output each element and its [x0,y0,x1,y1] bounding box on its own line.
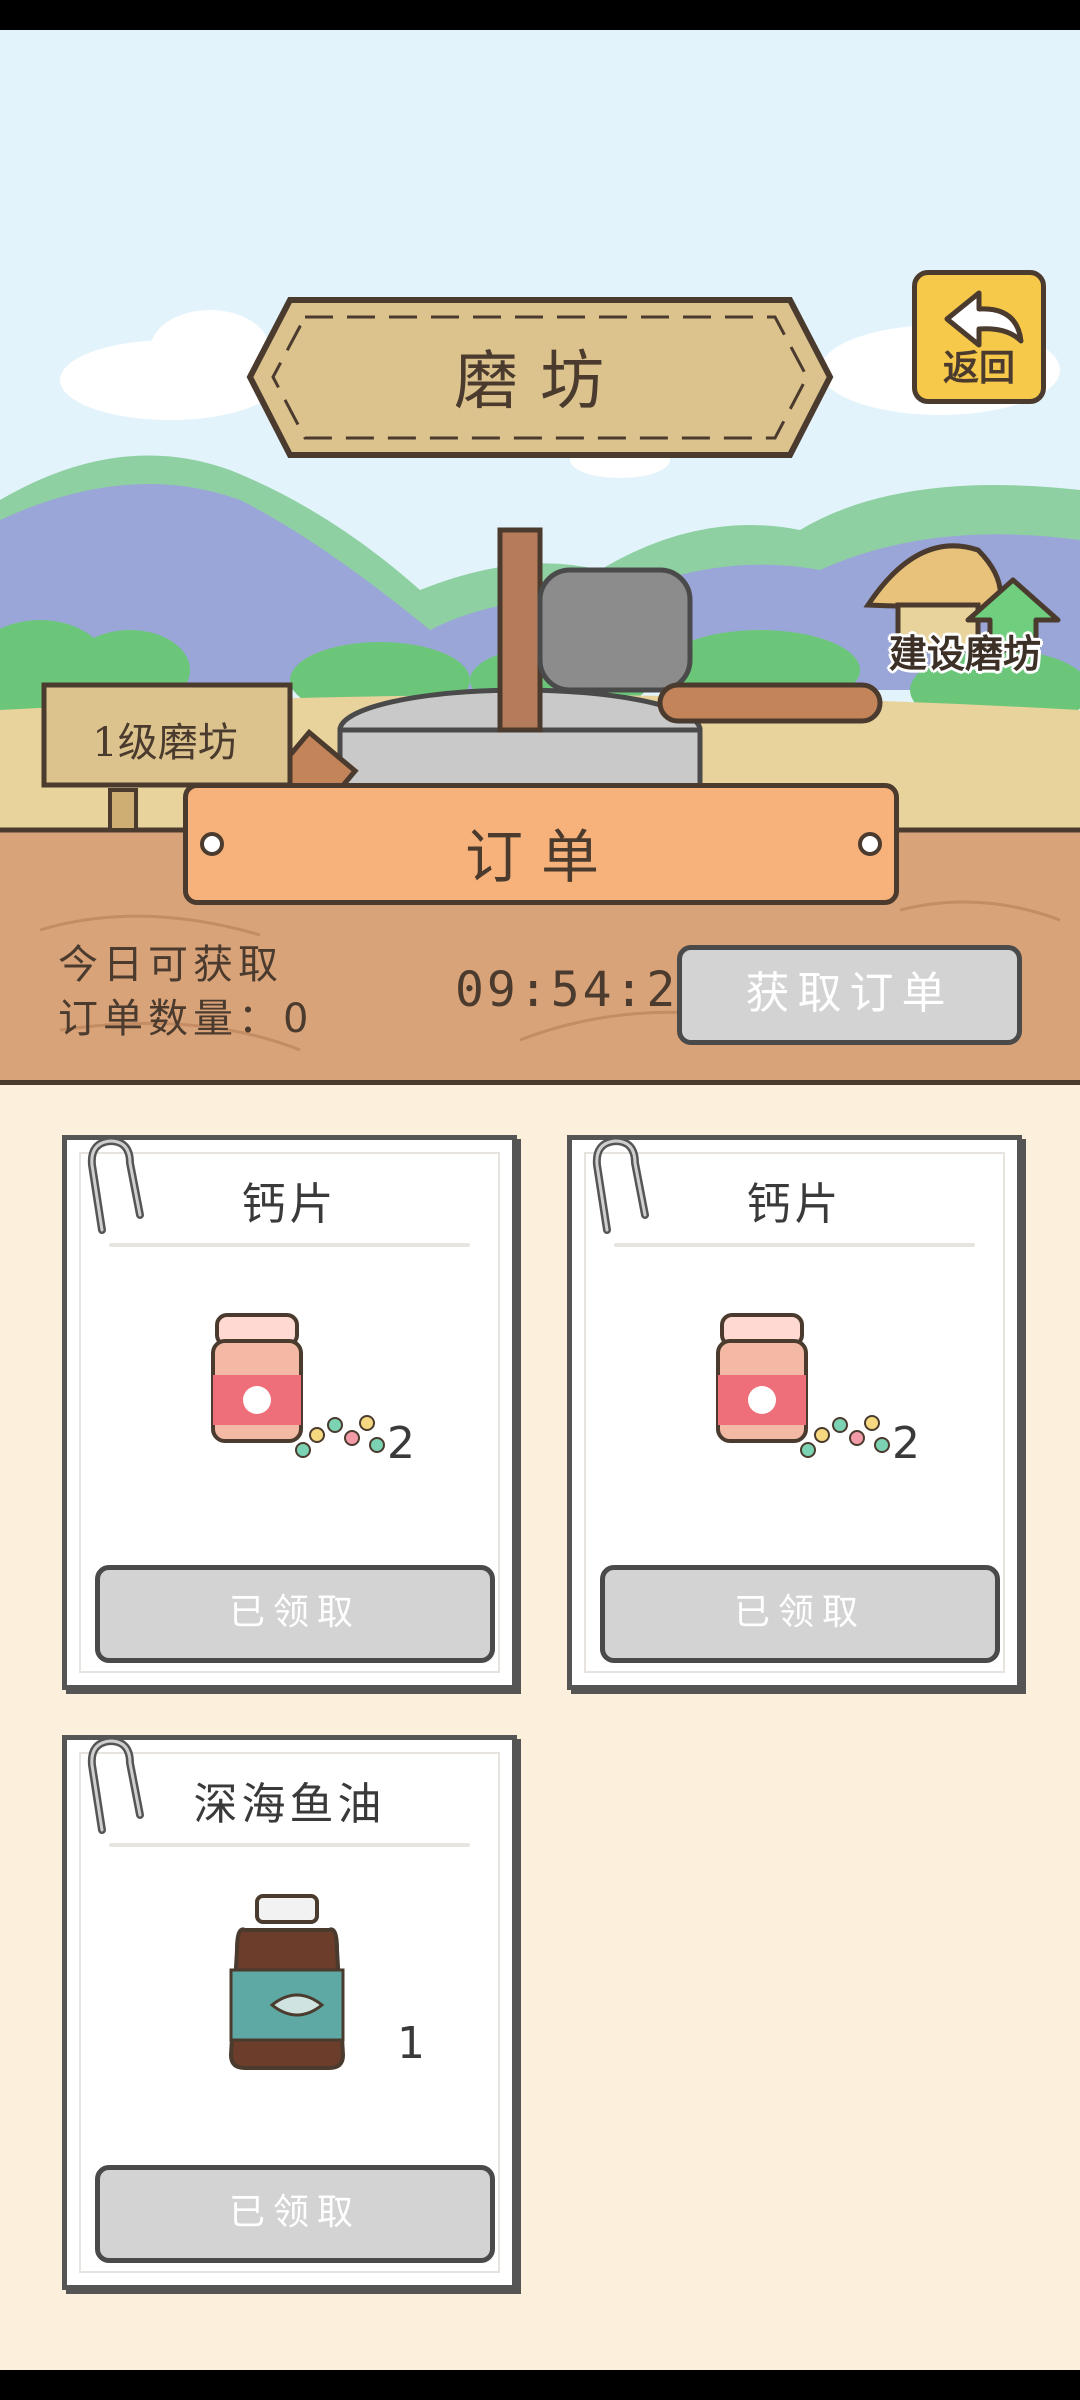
claimed-button[interactable]: 已领取 [600,1565,1000,1663]
build-mill-button[interactable] [858,510,1068,730]
orders-banner: 订单 [183,783,899,905]
order-timer: 09:54:22 [455,962,711,1018]
paperclip-icon [87,1736,144,1834]
claimed-button[interactable]: 已领取 [95,2165,495,2263]
claimed-button[interactable]: 已领取 [95,1565,495,1663]
page-title: 磨坊 [454,345,626,419]
daily-orders-line1: 今日可获取 [58,942,283,988]
calcium-tablets-icon [211,1313,385,1458]
build-mill-label[interactable]: 建设磨坊 [860,623,1070,678]
mill-level-label: 1级磨坊 [92,720,238,766]
orders-title: 订单 [464,823,617,891]
daily-orders-count: 订单数量：0 [58,996,314,1042]
get-order-button[interactable]: 获取订单 [677,945,1022,1045]
back-button[interactable]: 返回 [912,270,1046,404]
order-item-qty: 2 [892,1418,920,1469]
calcium-tablets-icon [716,1313,890,1458]
paperclip-icon [87,1136,144,1234]
daily-orders-info: 今日可获取 订单数量：0 [58,938,313,1046]
fish-oil-icon [228,1894,346,2070]
paperclip-icon [592,1136,649,1234]
order-item-qty: 2 [387,1418,415,1469]
panel-divider [0,1080,1080,1085]
game-screen: 磨坊 返回 建设磨坊 1级磨坊 订单 今日可获取 订单数量：0 09:54:22… [0,30,1080,2370]
order-item-qty: 1 [397,2018,425,2069]
back-label: 返回 [942,348,1015,389]
